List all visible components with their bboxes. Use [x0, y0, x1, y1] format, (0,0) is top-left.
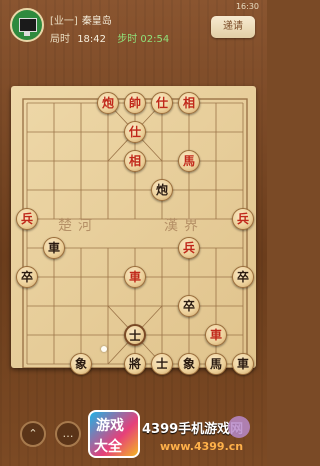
player-name: 秦皇岛: [81, 16, 112, 27]
piece-black[interactable]: 卒: [16, 266, 38, 288]
piece-red[interactable]: 兵: [232, 208, 254, 230]
chevron-up-icon[interactable]: ⌃: [20, 421, 46, 447]
piece-black[interactable]: 象: [178, 353, 200, 375]
piece-red[interactable]: 兵: [178, 237, 200, 259]
total-time: 18:42: [77, 34, 107, 45]
brand-url: www.4399.cn: [160, 440, 244, 453]
piece-red[interactable]: 炮: [97, 92, 119, 114]
player-rank-line: [业一] 秦皇岛: [50, 12, 112, 27]
logo-text-bottom: 大全: [94, 439, 122, 455]
player-timers: 局时 18:42 步时 02:54: [50, 30, 169, 45]
status-clock: 16:30: [235, 2, 259, 11]
piece-red[interactable]: 仕: [151, 92, 173, 114]
river-right-text: 漢界: [164, 218, 204, 234]
player-header: [业一] 秦皇岛 局时 18:42 步时 02:54 16:30 递请: [0, 0, 267, 50]
logo-text-top: 游戏: [96, 418, 124, 434]
piece-black[interactable]: 象: [70, 353, 92, 375]
player-avatar[interactable]: [10, 8, 44, 42]
piece-black[interactable]: 車: [43, 237, 65, 259]
piece-black[interactable]: 卒: [178, 295, 200, 317]
site-logo: 游戏 大全: [88, 410, 140, 458]
piece-red[interactable]: 相: [178, 92, 200, 114]
river-left-text: 楚河: [58, 218, 98, 234]
piece-red[interactable]: 車: [124, 266, 146, 288]
piece-black[interactable]: 馬: [205, 353, 227, 375]
piece-red[interactable]: 馬: [178, 150, 200, 172]
piece-red[interactable]: 帥: [124, 92, 146, 114]
hurry-button[interactable]: 递请: [211, 16, 255, 38]
move-hint-dot[interactable]: [101, 346, 107, 352]
piece-red[interactable]: 車: [205, 324, 227, 346]
piece-red[interactable]: 兵: [16, 208, 38, 230]
piece-black[interactable]: 將: [124, 353, 146, 375]
piece-black[interactable]: 士: [151, 353, 173, 375]
total-time-label: 局时: [50, 34, 70, 45]
chat-icon[interactable]: …: [55, 421, 81, 447]
piece-black[interactable]: 車: [232, 353, 254, 375]
settings-icon[interactable]: [228, 416, 250, 438]
piece-black[interactable]: 炮: [151, 179, 173, 201]
step-time-label: 步时: [117, 34, 138, 45]
piece-red[interactable]: 相: [124, 150, 146, 172]
piece-black[interactable]: 士: [124, 324, 146, 346]
piece-red[interactable]: 仕: [124, 121, 146, 143]
step-time: 02:54: [140, 34, 170, 45]
computer-icon: [19, 18, 37, 32]
player-rank: [业一]: [50, 16, 78, 27]
piece-black[interactable]: 卒: [232, 266, 254, 288]
